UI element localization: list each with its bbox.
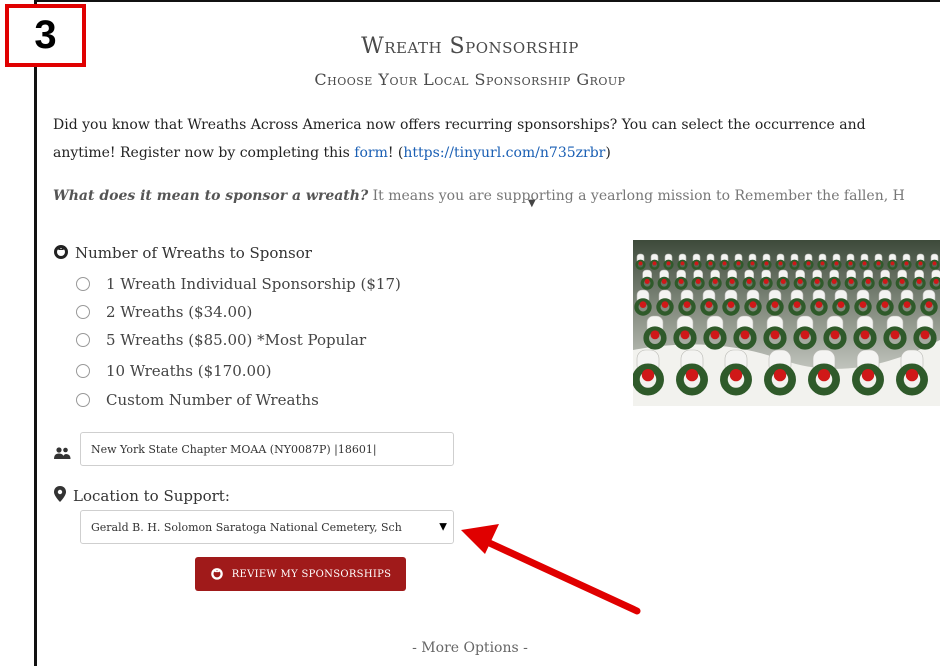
- people-icon: [53, 444, 71, 463]
- location-label: Location to Support:: [53, 486, 230, 506]
- map-pin-icon: [53, 486, 67, 506]
- more-options-link[interactable]: - More Options -: [0, 640, 940, 656]
- wreath-option-label: 10 Wreaths ($170.00): [106, 362, 272, 380]
- sponsor-question-bold: What does it mean to sponsor a wreath?: [53, 188, 369, 204]
- location-label-text: Location to Support:: [73, 487, 230, 505]
- form-link[interactable]: form: [354, 145, 388, 161]
- radio-button[interactable]: [76, 393, 90, 407]
- intro-text: Did you know that Wreaths Across America…: [53, 111, 940, 167]
- wreath-option-10[interactable]: 10 Wreaths ($170.00): [76, 362, 271, 380]
- location-select-value: Gerald B. H. Solomon Saratoga National C…: [91, 520, 402, 534]
- location-select[interactable]: Gerald B. H. Solomon Saratoga National C…: [80, 510, 454, 544]
- wreath-option-1[interactable]: 1 Wreath Individual Sponsorship ($17): [76, 275, 401, 293]
- text-cursor-icon: ▼: [528, 198, 536, 209]
- wreath-option-2[interactable]: 2 Wreaths ($34.00): [76, 303, 252, 321]
- wreath-option-5[interactable]: 5 Wreaths ($85.00) *Most Popular: [76, 331, 366, 349]
- sponsorship-group-field[interactable]: New York State Chapter MOAA (NY0087P) |1…: [80, 432, 454, 466]
- wreath-option-label: 2 Wreaths ($34.00): [106, 303, 253, 321]
- wreath-icon: [53, 243, 69, 263]
- caret-down-icon: ▼: [439, 521, 447, 533]
- tinyurl-link[interactable]: https://tinyurl.com/n735zrbr: [403, 145, 605, 161]
- wreath-option-label: 5 Wreaths ($85.00) *Most Popular: [106, 331, 367, 349]
- radio-button[interactable]: [76, 277, 90, 291]
- review-button-label: REVIEW MY SPONSORSHIPS: [231, 568, 392, 580]
- intro-line-2: anytime! Register now by completing this…: [53, 139, 940, 167]
- page-subtitle: Choose Your Local Sponsorship Group: [314, 70, 626, 89]
- page-title: Wreath Sponsorship: [361, 34, 579, 59]
- cemetery-wreaths-photo: [633, 240, 940, 406]
- intro-line-2-prefix: anytime! Register now by completing this: [53, 145, 355, 161]
- sponsor-question-rest: It means you are supporting a yearlong m…: [368, 188, 905, 204]
- intro-line-1: Did you know that Wreaths Across America…: [53, 117, 866, 133]
- frame-left-border: [34, 0, 37, 666]
- wreath-option-label: Custom Number of Wreaths: [106, 391, 319, 409]
- intro-line-2-mid: ! (: [387, 145, 404, 161]
- sponsor-question: What does it mean to sponsor a wreath? I…: [53, 188, 940, 204]
- frame-top-border: [34, 0, 940, 2]
- wreath-count-label-text: Number of Wreaths to Sponsor: [75, 244, 312, 262]
- review-sponsorships-button[interactable]: REVIEW MY SPONSORSHIPS: [195, 557, 406, 591]
- radio-button[interactable]: [76, 333, 90, 347]
- wreath-icon: [210, 566, 224, 583]
- intro-line-2-suffix: ): [605, 145, 611, 161]
- wreath-option-custom[interactable]: Custom Number of Wreaths: [76, 391, 319, 409]
- sponsorship-group-value: New York State Chapter MOAA (NY0087P) |1…: [91, 442, 377, 456]
- wreath-option-label: 1 Wreath Individual Sponsorship ($17): [106, 275, 401, 293]
- radio-button[interactable]: [76, 364, 90, 378]
- wreath-count-label: Number of Wreaths to Sponsor: [53, 243, 312, 263]
- radio-button[interactable]: [76, 305, 90, 319]
- annotation-arrow: [461, 524, 641, 615]
